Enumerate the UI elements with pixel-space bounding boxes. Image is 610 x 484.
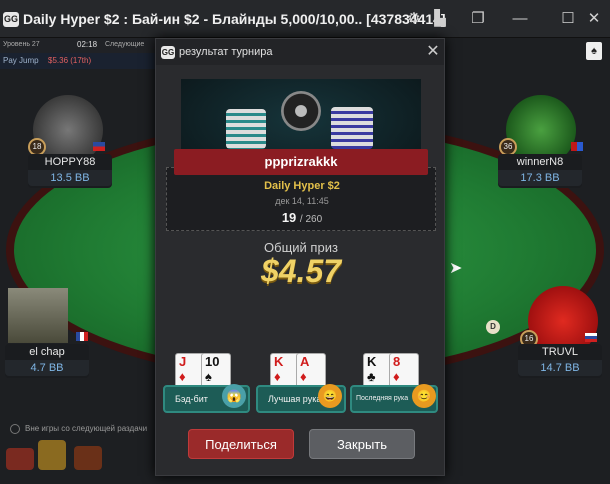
country-flag-icon — [76, 332, 88, 341]
bounty-icon[interactable] — [38, 440, 66, 470]
country-flag-icon — [585, 333, 597, 342]
award-label: Лучшая рука — [268, 394, 322, 404]
playing-card: 10 ♠ — [201, 353, 231, 389]
tournament-date: дек 14, 11:45 — [275, 196, 329, 206]
settings-gear-icon[interactable]: ⚙ — [404, 9, 424, 29]
playing-card: A ♦ — [296, 353, 326, 389]
close-button[interactable]: Закрыть — [309, 429, 415, 459]
player-name: TRUVL — [541, 346, 579, 358]
close-window-icon[interactable]: ✕ — [584, 9, 604, 29]
smile-emoji-icon: 😊 — [412, 384, 436, 408]
player-name: winnerN8 — [516, 156, 564, 168]
gg-logo-icon: GG — [3, 12, 19, 27]
layout-icon[interactable]: ▙ — [430, 9, 450, 29]
window-title: Daily Hyper $2 : Бай-ин $2 - Блайнды 5,0… — [23, 11, 446, 27]
player-name: HOPPY88 — [44, 156, 96, 168]
award-label: Бэд-бит — [175, 394, 208, 404]
award-hand-cards: K ♣ 8 ♦ — [363, 353, 427, 389]
pay-jump-bar[interactable]: Pay Jump $5.36 (17th) — [0, 53, 155, 69]
avatar-el-chap[interactable] — [8, 288, 68, 343]
prize-amount: $4.57 — [260, 253, 342, 289]
tournament-ticket: Daily Hyper $2 дек 14, 11:45 19 / 260 — [166, 167, 436, 231]
pay-jump-value: $5.36 (17th) — [48, 56, 92, 65]
mouse-cursor-icon: ➤ — [449, 260, 463, 277]
place-number: 19 — [281, 210, 297, 225]
gg-logo-icon: GG — [161, 46, 175, 59]
dialog-title: результат турнира — [179, 46, 273, 58]
player-nameplate[interactable]: TRUVL 14.7 BB — [518, 344, 602, 378]
player-stack: 13.5 BB — [28, 170, 112, 186]
chip-stack-icon — [331, 107, 373, 149]
maximize-icon[interactable]: ☐ — [558, 9, 578, 29]
chip-stack-icon — [226, 109, 266, 149]
tournament-result-dialog: GG результат турнира ✕ Daily Hyper $2 де… — [155, 38, 445, 476]
player-stack: 17.3 BB — [498, 170, 582, 186]
blind-level-bar: Уровень 27 02:18 Следующие — [0, 38, 155, 53]
tournament-name: Daily Hyper $2 — [264, 180, 340, 192]
player-nameplate[interactable]: el chap 4.7 BB — [5, 344, 89, 378]
card-deck-icon[interactable]: ♠ — [586, 42, 602, 60]
player-stack: 4.7 BB — [5, 360, 89, 376]
award-hand-cards: K ♦ A ♦ — [270, 353, 334, 389]
level-timer: 02:18 — [77, 40, 98, 49]
close-dialog-icon[interactable]: ✕ — [424, 43, 442, 61]
shocked-emoji-icon: 😱 — [222, 384, 246, 408]
snack-icon[interactable] — [74, 446, 102, 470]
pay-jump-label: Pay Jump — [3, 56, 39, 65]
total-players: / 260 — [299, 214, 323, 225]
award-label: Последняя рука — [356, 395, 409, 402]
sitout-checkbox[interactable] — [10, 424, 20, 434]
dialog-header: GG результат турнира ✕ — [156, 39, 444, 65]
dealer-button-icon: D — [486, 320, 500, 334]
window-titlebar: GG Daily Hyper $2 : Бай-ин $2 - Блайнды … — [0, 0, 610, 38]
winner-ribbon: ppprizrakkk — [174, 149, 428, 175]
tile-windows-icon[interactable]: ❐ — [468, 9, 488, 29]
chip-icon — [281, 91, 321, 131]
happy-emoji-icon: 😄 — [318, 384, 342, 408]
level-label: Уровень 27 — [3, 41, 40, 48]
player-stack: 14.7 BB — [518, 360, 602, 376]
share-button[interactable]: Поделиться — [188, 429, 294, 459]
minimize-icon[interactable]: — — [510, 9, 530, 29]
player-nameplate[interactable]: HOPPY88 13.5 BB — [28, 154, 112, 188]
emoji-icon[interactable] — [6, 448, 34, 470]
next-level-label: Следующие — [105, 41, 145, 48]
player-name: el chap — [29, 346, 65, 358]
player-nameplate[interactable]: winnerN8 17.3 BB — [498, 154, 582, 188]
country-flag-icon — [93, 142, 105, 151]
sitout-label: Вне игры со следующей раздачи — [25, 424, 148, 433]
playing-card: 8 ♦ — [389, 353, 419, 389]
country-flag-icon — [571, 142, 583, 151]
finish-place: 19 / 260 — [167, 210, 437, 225]
